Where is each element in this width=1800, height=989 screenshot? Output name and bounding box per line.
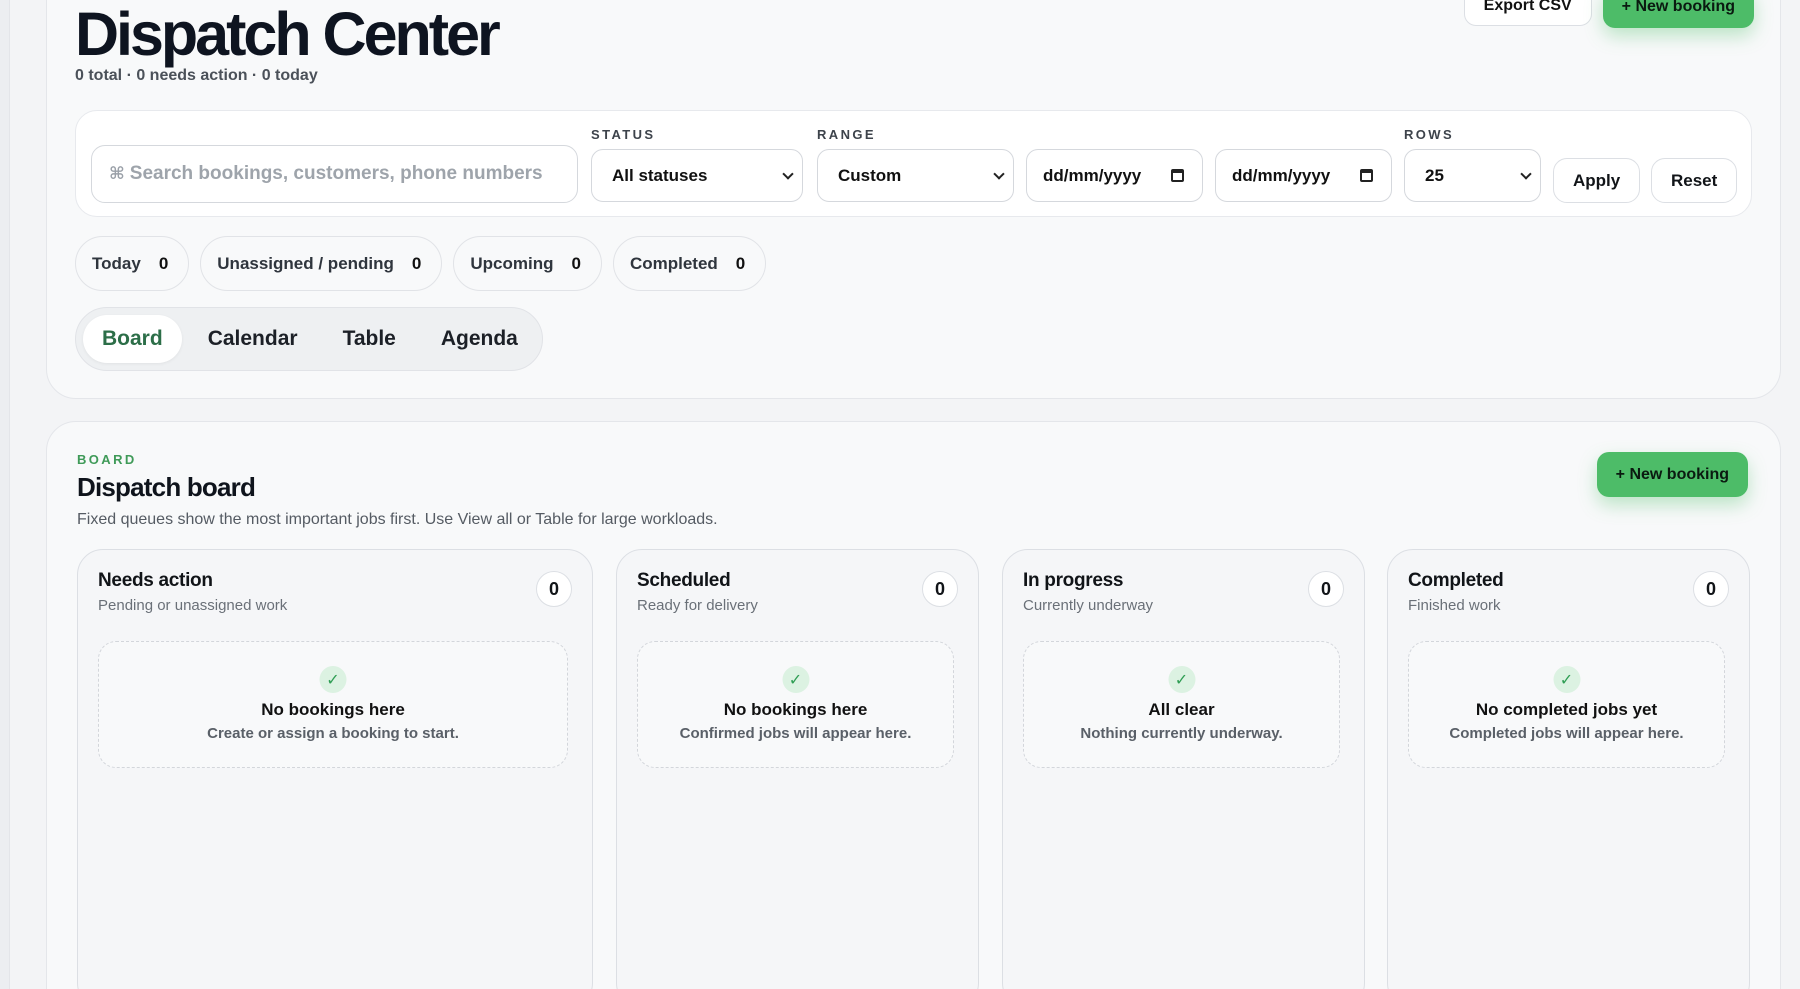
board-eyebrow: BOARD — [77, 452, 137, 467]
empty-state-subtitle: Completed jobs will appear here. — [1449, 725, 1684, 742]
column-count-badge: 0 — [1693, 571, 1729, 607]
empty-state-title: No bookings here — [261, 700, 405, 719]
chip-count: 0 — [735, 253, 746, 273]
chip-completed[interactable]: Completed 0 — [612, 236, 767, 291]
date-from-field[interactable]: dd/mm/yyyy — [1026, 149, 1203, 202]
chip-label: Unassigned / pending — [217, 253, 394, 273]
tab-table[interactable]: Table — [324, 315, 415, 363]
chip-count: 0 — [571, 253, 581, 273]
search-box[interactable]: ⌘ — [91, 145, 578, 203]
status-label: STATUS — [591, 127, 656, 142]
page-summary: 0 total · 0 needs action · 0 today — [75, 67, 318, 84]
date-from-value: dd/mm/yyyy — [1043, 165, 1142, 185]
command-icon: ⌘ — [109, 164, 125, 183]
check-icon: ✓ — [1553, 666, 1580, 693]
filter-bar: ⌘ STATUS All statuses RANGE Custom dd/mm… — [75, 110, 1752, 217]
column-count-badge: 0 — [922, 571, 958, 607]
status-select[interactable]: All statuses — [591, 149, 803, 202]
column-subtitle: Currently underway — [1023, 597, 1154, 614]
empty-state: ✓ No bookings here Create or assign a bo… — [98, 641, 568, 768]
header-actions: Export CSV + New booking — [1463, 0, 1754, 28]
range-select-value: Custom — [838, 165, 902, 185]
column-scheduled: Scheduled Ready for delivery 0 ✓ No book… — [616, 549, 979, 989]
chip-count: 0 — [411, 253, 422, 273]
column-subtitle: Ready for delivery — [637, 597, 758, 614]
column-count-badge: 0 — [1308, 571, 1344, 607]
chip-label: Upcoming — [470, 253, 554, 273]
chip-label: Completed — [629, 253, 718, 273]
board-new-booking-button[interactable]: + New booking — [1596, 452, 1748, 497]
empty-state: ✓ No bookings here Confirmed jobs will a… — [637, 641, 954, 768]
board-description: Fixed queues show the most important job… — [77, 511, 718, 528]
column-needs-action: Needs action Pending or unassigned work … — [77, 549, 593, 989]
check-icon: ✓ — [1168, 666, 1195, 693]
empty-state-title: No bookings here — [723, 700, 868, 719]
chevron-down-icon — [993, 167, 1005, 180]
reset-button[interactable]: Reset — [1651, 158, 1738, 203]
tab-calendar[interactable]: Calendar — [189, 315, 317, 363]
column-subtitle: Finished work — [1408, 597, 1501, 614]
rows-select-value: 25 — [1425, 165, 1444, 185]
column-title: In progress — [1023, 570, 1124, 591]
chip-label: Today — [92, 253, 141, 273]
search-input[interactable] — [129, 163, 560, 185]
empty-state: ✓ All clear Nothing currently underway. — [1023, 641, 1340, 768]
empty-state-subtitle: Nothing currently underway. — [1080, 725, 1283, 742]
view-switcher: Board Calendar Table Agenda — [75, 307, 543, 371]
column-in-progress: In progress Currently underway 0 ✓ All c… — [1002, 549, 1365, 989]
empty-state-title: All clear — [1148, 700, 1215, 719]
empty-state-subtitle: Confirmed jobs will appear here. — [679, 725, 912, 742]
empty-state-title: No completed jobs yet — [1475, 700, 1658, 719]
empty-state-subtitle: Create or assign a booking to start. — [207, 725, 459, 742]
range-label: RANGE — [817, 127, 876, 142]
column-title: Completed — [1408, 570, 1504, 591]
rows-label: ROWS — [1404, 127, 1455, 142]
check-icon: ✓ — [319, 666, 347, 693]
apply-button[interactable]: Apply — [1553, 158, 1641, 203]
column-title: Needs action — [98, 570, 213, 591]
chip-today[interactable]: Today 0 — [75, 236, 190, 291]
export-csv-button[interactable]: Export CSV — [1463, 0, 1592, 26]
tab-board[interactable]: Board — [83, 315, 182, 363]
date-to-value: dd/mm/yyyy — [1232, 165, 1331, 185]
chevron-down-icon — [1520, 167, 1532, 180]
new-booking-button[interactable]: + New booking — [1602, 0, 1754, 28]
quick-filter-chips: Today 0 Unassigned / pending 0 Upcoming … — [75, 236, 767, 291]
column-title: Scheduled — [637, 570, 731, 591]
range-select[interactable]: Custom — [817, 149, 1014, 202]
chip-count: 0 — [158, 253, 169, 273]
chevron-down-icon — [782, 167, 794, 180]
date-to-field[interactable]: dd/mm/yyyy — [1215, 149, 1392, 202]
calendar-icon[interactable] — [1171, 169, 1184, 182]
check-icon: ✓ — [782, 666, 809, 693]
tab-agenda[interactable]: Agenda — [422, 315, 537, 363]
page-title: Dispatch Center — [75, 0, 501, 68]
board-title: Dispatch board — [77, 472, 256, 502]
rows-select[interactable]: 25 — [1404, 149, 1541, 202]
calendar-icon[interactable] — [1360, 169, 1373, 182]
column-count-badge: 0 — [536, 571, 572, 607]
column-subtitle: Pending or unassigned work — [98, 597, 288, 614]
empty-state: ✓ No completed jobs yet Completed jobs w… — [1408, 641, 1725, 768]
chip-upcoming[interactable]: Upcoming 0 — [453, 236, 602, 291]
chip-unassigned-pending[interactable]: Unassigned / pending 0 — [200, 236, 443, 291]
column-completed: Completed Finished work 0 ✓ No completed… — [1387, 549, 1750, 989]
status-select-value: All statuses — [612, 165, 708, 185]
